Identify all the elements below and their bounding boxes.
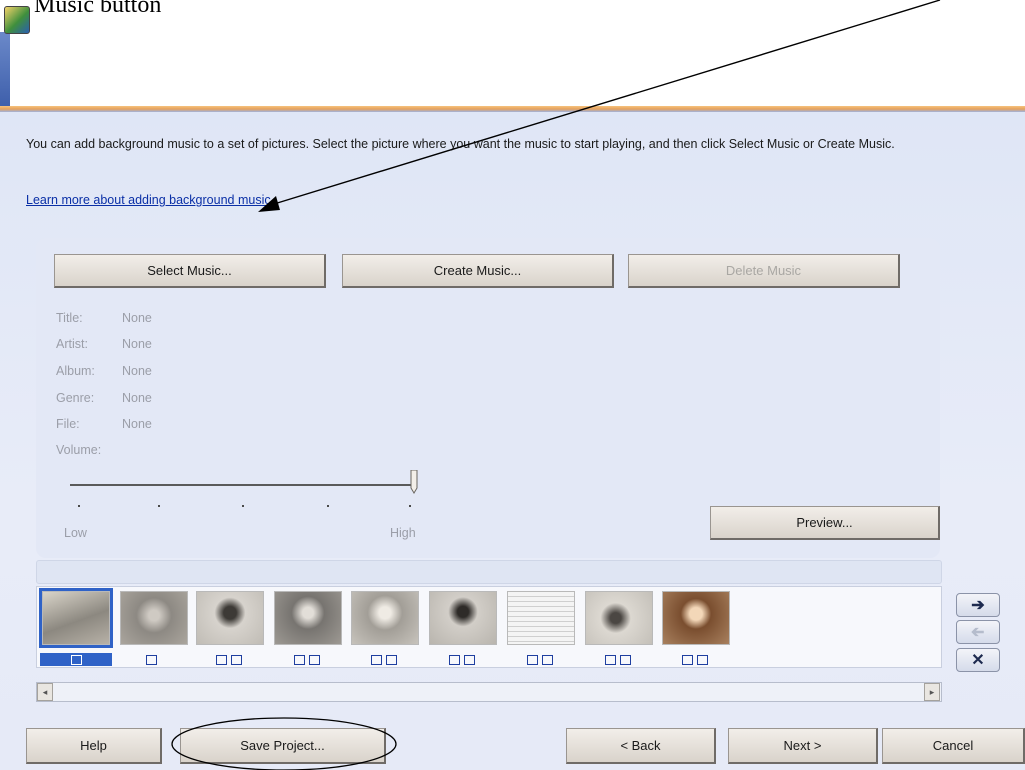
file-value: None: [122, 417, 152, 431]
album-label: Album:: [56, 364, 95, 378]
volume-tick: [78, 505, 80, 507]
transition-icon[interactable]: [386, 654, 397, 665]
volume-tick: [158, 505, 160, 507]
edit-icon[interactable]: [682, 654, 693, 665]
scroll-right-arrow-icon[interactable]: ▸: [924, 683, 940, 701]
picture-thumbnail[interactable]: [662, 591, 730, 645]
help-button[interactable]: Help: [26, 728, 162, 764]
thumbnail-caption: [146, 653, 157, 666]
title-label: Title:: [56, 311, 83, 325]
transition-icon[interactable]: [620, 654, 631, 665]
album-value: None: [122, 364, 152, 378]
next-button[interactable]: Next >: [728, 728, 878, 764]
genre-label: Genre:: [56, 391, 95, 405]
volume-high-label: High: [390, 526, 416, 540]
learn-more-link[interactable]: Learn more about adding background music: [26, 193, 271, 207]
edit-icon[interactable]: [605, 654, 616, 665]
delete-music-button[interactable]: Delete Music: [628, 254, 900, 288]
transition-icon[interactable]: [464, 654, 475, 665]
picture-thumbnail[interactable]: [585, 591, 653, 645]
volume-tick: [242, 505, 244, 507]
artist-label: Artist:: [56, 337, 88, 351]
thumbnail-caption: [294, 653, 320, 666]
volume-label: Volume:: [56, 443, 102, 457]
thumbnail-caption: [605, 653, 631, 666]
intro-text: You can add background music to a set of…: [26, 137, 895, 151]
edit-icon[interactable]: [449, 654, 460, 665]
transition-icon[interactable]: [231, 654, 242, 665]
timeline-strip: [36, 560, 942, 584]
transition-icon[interactable]: [309, 654, 320, 665]
picture-thumbnail[interactable]: [351, 591, 419, 645]
picture-thumbnail[interactable]: [507, 591, 575, 645]
select-music-button[interactable]: Select Music...: [54, 254, 326, 288]
picture-thumbnail[interactable]: [39, 588, 113, 648]
header-left-band: [0, 32, 10, 112]
transition-icon[interactable]: [542, 654, 553, 665]
x-icon: ✕: [971, 652, 985, 669]
edit-icon[interactable]: [527, 654, 538, 665]
edit-icon[interactable]: [371, 654, 382, 665]
edit-icon[interactable]: [294, 654, 305, 665]
arrow-left-icon: ➔: [971, 624, 985, 641]
preview-button[interactable]: Preview...: [710, 506, 940, 540]
title-value: None: [122, 311, 152, 325]
arrow-right-icon: ➔: [971, 597, 985, 614]
move-previous-button[interactable]: ➔: [956, 620, 1000, 644]
edit-icon[interactable]: [146, 654, 157, 665]
annotation-title: Music button: [34, 0, 162, 18]
thumbnail-caption: [40, 653, 112, 666]
remove-picture-button[interactable]: ✕: [956, 648, 1000, 672]
thumbnail-caption: [682, 653, 708, 666]
filmstrip-scrollbar[interactable]: [36, 682, 942, 702]
volume-slider-track[interactable]: [70, 484, 414, 486]
cancel-button[interactable]: Cancel: [882, 728, 1025, 764]
volume-tick: [409, 505, 411, 507]
app-icon: [4, 6, 30, 34]
genre-value: None: [122, 391, 152, 405]
back-button[interactable]: < Back: [566, 728, 716, 764]
thumbnail-caption: [216, 653, 242, 666]
thumbnail-caption: [527, 653, 553, 666]
file-label: File:: [56, 417, 80, 431]
transition-icon[interactable]: [697, 654, 708, 665]
thumbnail-caption: [371, 653, 397, 666]
volume-slider-thumb[interactable]: [409, 470, 419, 494]
volume-tick: [327, 505, 329, 507]
picture-thumbnail[interactable]: [429, 591, 497, 645]
picture-thumbnail[interactable]: [120, 591, 188, 645]
volume-low-label: Low: [64, 526, 87, 540]
thumbnail-caption: [449, 653, 475, 666]
scroll-left-arrow-icon[interactable]: ◂: [37, 683, 53, 701]
create-music-button[interactable]: Create Music...: [342, 254, 614, 288]
picture-thumbnail[interactable]: [274, 591, 342, 645]
artist-value: None: [122, 337, 152, 351]
save-project-button[interactable]: Save Project...: [180, 728, 386, 764]
picture-thumbnail[interactable]: [196, 591, 264, 645]
edit-icon[interactable]: [70, 654, 82, 665]
edit-icon[interactable]: [216, 654, 227, 665]
move-next-button[interactable]: ➔: [956, 593, 1000, 617]
